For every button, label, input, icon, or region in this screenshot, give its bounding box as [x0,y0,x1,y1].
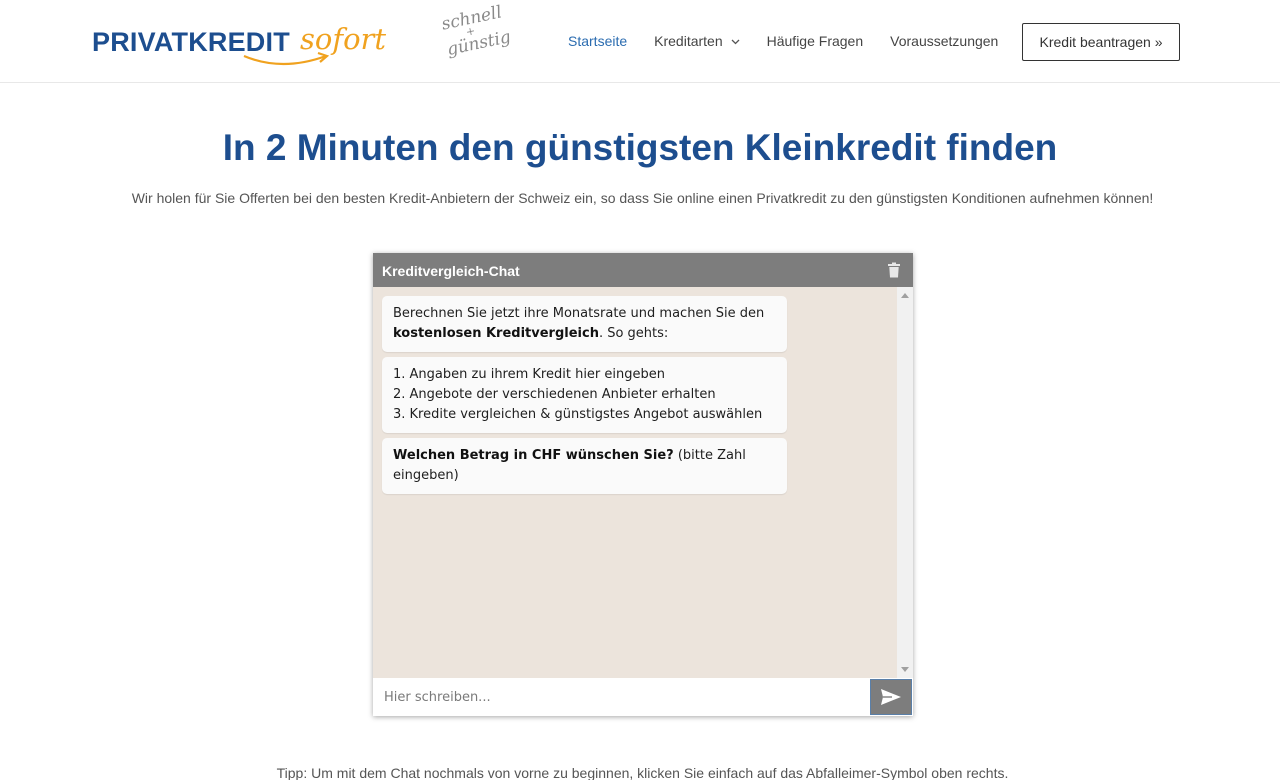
site-logo[interactable]: PRIVATKREDIT sofort [92,22,392,74]
tagline: schnell + günstig [440,1,520,68]
chat-tip: Tipp: Um mit dem Chat nochmals von vorne… [276,765,1009,780]
chat-widget: Kreditvergleich-Chat Berechnen Sie jetzt… [373,253,913,716]
chat-messages: Berechnen Sie jetzt ihre Monatsrate und … [373,287,897,678]
chat-scrollbar[interactable] [897,287,913,678]
chat-message: Berechnen Sie jetzt ihre Monatsrate und … [382,296,787,352]
main-nav: Startseite Kreditarten Häufige Fragen Vo… [568,33,1025,49]
chat-message: 1. Angaben zu ihrem Kredit hier eingeben… [382,357,787,433]
scroll-down-arrow-icon[interactable] [901,667,909,672]
chat-message: Welchen Betrag in CHF wünschen Sie? (bit… [382,438,787,494]
nav-item-haeufige-fragen[interactable]: Häufige Fragen [767,33,864,49]
step-item: 3. Kredite vergleichen & günstigstes Ang… [393,407,763,422]
nav-item-voraussetzungen[interactable]: Voraussetzungen [890,33,998,49]
chevron-down-icon [731,37,740,48]
logo-arrow-icon [243,51,330,66]
message-text: Berechnen Sie jetzt ihre Monatsrate und … [393,306,765,321]
message-bold: Welchen Betrag in CHF wünschen Sie? [393,448,674,463]
scroll-up-arrow-icon[interactable] [901,293,909,298]
chat-input-row [373,678,913,716]
chat-title: Kreditvergleich-Chat [382,263,520,279]
page-title: In 2 Minuten den günstigsten Kleinkredit… [222,127,1058,168]
step-item: 2. Angebote der verschiedenen Anbieter e… [393,387,716,402]
message-text: . So gehts: [598,326,669,341]
step-item: 1. Angaben zu ihrem Kredit hier eingeben [393,367,665,382]
chat-header: Kreditvergleich-Chat [373,253,913,287]
page-subtitle: Wir holen für Sie Offerten bei den beste… [131,190,1154,206]
nav-item-kreditarten[interactable]: Kreditarten [654,33,740,49]
site-header: PRIVATKREDIT sofort schnell + günstig St… [0,0,1280,83]
message-bold: kostenlosen Kreditvergleich [393,326,599,341]
nav-item-startseite[interactable]: Startseite [568,33,627,49]
trash-icon[interactable] [887,262,901,278]
send-icon [881,689,901,705]
send-button[interactable] [870,679,912,715]
chat-input[interactable] [373,678,870,716]
nav-item-kreditarten-label: Kreditarten [654,33,723,49]
kredit-beantragen-button[interactable]: Kredit beantragen » [1022,23,1180,61]
